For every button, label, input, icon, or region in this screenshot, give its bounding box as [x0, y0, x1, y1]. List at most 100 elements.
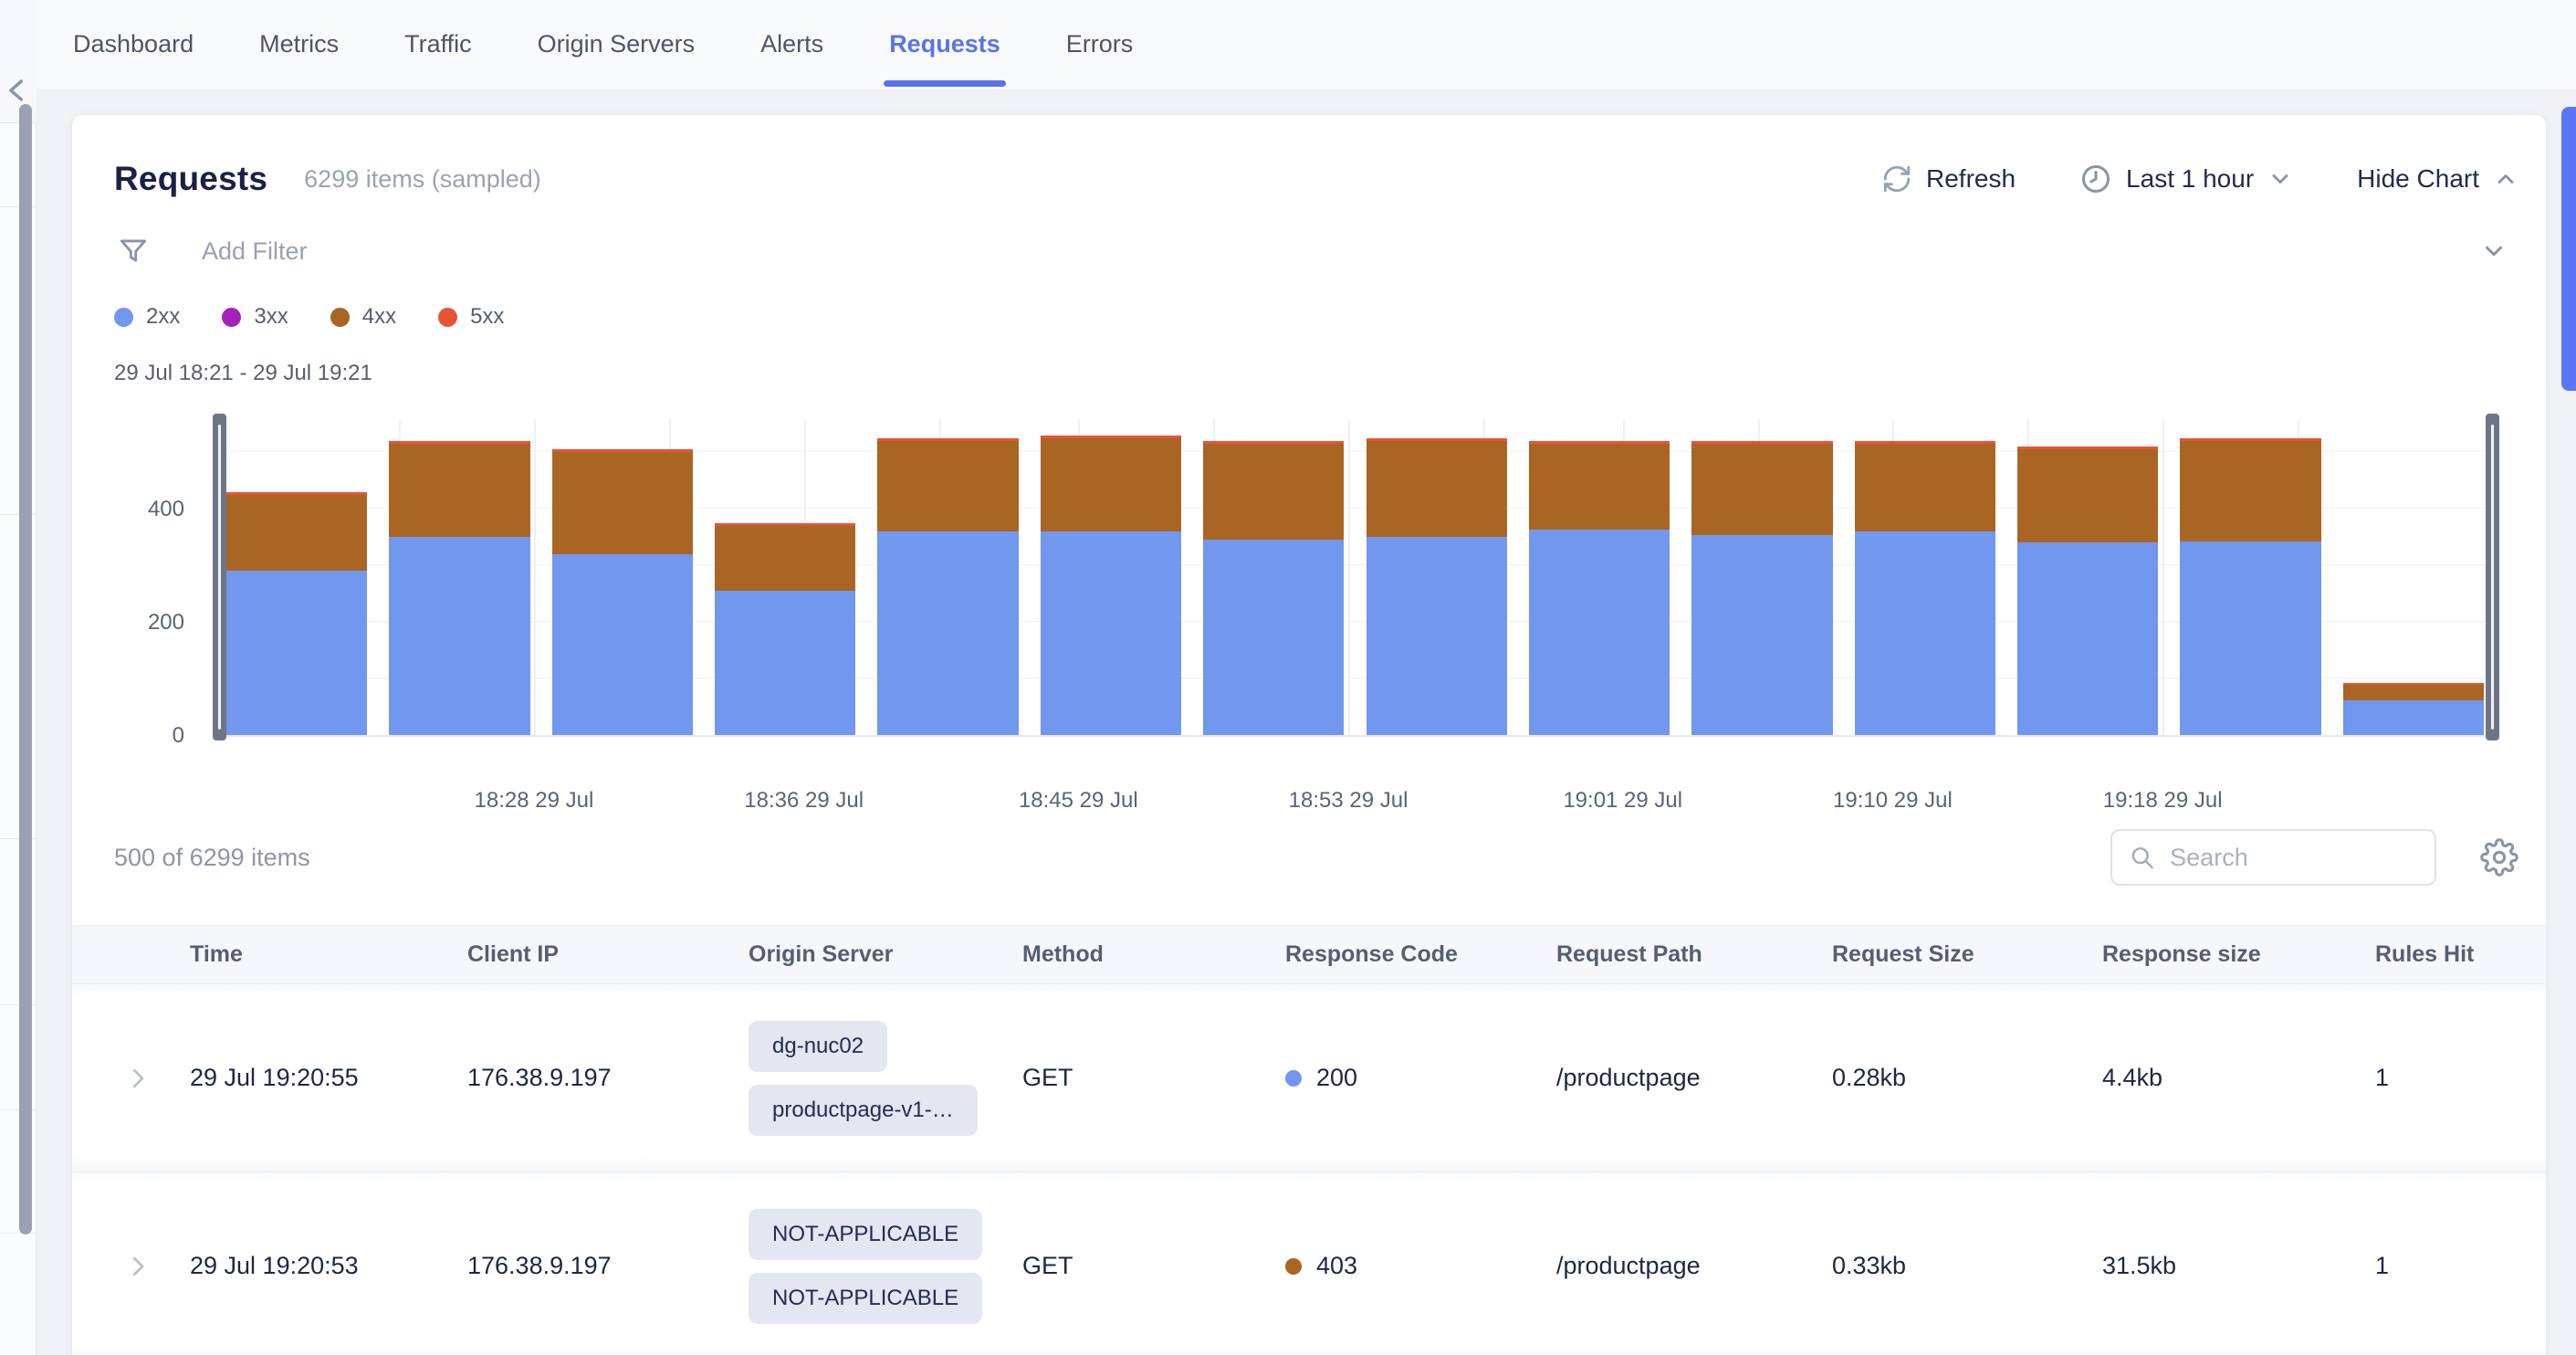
add-filter-bar[interactable]: Add Filter: [114, 227, 2518, 275]
clock-icon: [2079, 163, 2112, 195]
time-range-selector[interactable]: Last 1 hour: [2079, 163, 2293, 195]
stacked-bar-5[interactable]: [877, 438, 1018, 735]
table-row-2[interactable]: 29 Jul 19:20:53176.38.9.197NOT-APPLICABL…: [72, 1172, 2546, 1355]
column-header-rules-hit[interactable]: Rules Hit: [2375, 941, 2546, 968]
bar-segment-4xx: [2017, 449, 2158, 542]
bar-segment-4xx: [552, 452, 693, 553]
tab-alerts[interactable]: Alerts: [760, 0, 823, 89]
legend-dot-3xx: [222, 308, 241, 327]
chart-plot: [221, 419, 2489, 737]
y-tick-label: 0: [173, 723, 184, 749]
search-icon: [2129, 842, 2155, 873]
bar-segment-2xx: [226, 571, 367, 735]
stacked-bar-13[interactable]: [2180, 438, 2320, 735]
stacked-bar-3[interactable]: [552, 449, 693, 735]
row-expander[interactable]: [72, 1253, 190, 1280]
tab-label: Errors: [1066, 30, 1134, 58]
stacked-bar-7[interactable]: [1203, 441, 1344, 735]
stacked-bar-8[interactable]: [1367, 438, 1507, 735]
legend-label: 2xx: [146, 304, 180, 330]
column-header-request-size[interactable]: Request Size: [1832, 941, 2102, 968]
sidebar-collapse-area[interactable]: [0, 0, 37, 123]
bar-segment-2xx: [1203, 540, 1344, 735]
cell-rules-hit: 1: [2375, 1064, 2546, 1092]
chart-legend: 2xx 3xx 4xx 5xx: [114, 304, 2518, 330]
items-count: 6299 items (sampled): [304, 165, 541, 194]
column-header-response-code[interactable]: Response Code: [1285, 941, 1556, 968]
legend-label: 3xx: [254, 304, 288, 330]
x-tick-label: 18:53 29 Jul: [1289, 788, 1408, 814]
refresh-label: Refresh: [1926, 164, 2016, 194]
legend-item-4xx[interactable]: 4xx: [330, 304, 396, 330]
column-header-origin-server[interactable]: Origin Server: [749, 941, 1022, 968]
page-title: Requests: [114, 160, 267, 198]
row-expander[interactable]: [72, 1065, 190, 1092]
x-tick-label: 19:10 29 Jul: [1833, 788, 1953, 814]
cell-response-code: 200: [1285, 1064, 1556, 1092]
tab-requests[interactable]: Requests: [889, 0, 1000, 89]
tab-origin-servers[interactable]: Origin Servers: [538, 0, 696, 89]
top-nav-tabs: Dashboard Metrics Traffic Origin Servers Ale…: [37, 0, 2576, 89]
page-scrollbar[interactable]: [2561, 107, 2576, 391]
brush-handle-right[interactable]: [2486, 414, 2499, 741]
stacked-bar-9[interactable]: [1529, 441, 1670, 735]
stacked-bar-1[interactable]: [226, 492, 367, 735]
x-tick-label: 18:28 29 Jul: [475, 788, 594, 814]
cell-request-path: /productpage: [1556, 1064, 1832, 1092]
cell-method: GET: [1022, 1252, 1285, 1280]
bar-segment-2xx: [552, 554, 693, 735]
brush-handle-left[interactable]: [213, 414, 226, 741]
chevron-down-icon: [2267, 166, 2293, 192]
tab-metrics[interactable]: Metrics: [259, 0, 339, 89]
sidebar-divider: [0, 1233, 37, 1234]
stacked-bar-12[interactable]: [2017, 446, 2158, 735]
y-tick-label: 200: [148, 610, 184, 635]
hide-chart-button[interactable]: Hide Chart: [2357, 164, 2518, 194]
legend-item-5xx[interactable]: 5xx: [438, 304, 504, 330]
bar-segment-2xx: [2343, 700, 2484, 735]
requests-panel: Requests 6299 items (sampled) Refresh La…: [71, 114, 2547, 1355]
column-header-request-path[interactable]: Request Path: [1556, 941, 1832, 968]
sidebar-scrollbar[interactable]: [19, 104, 32, 1234]
bar-segment-4xx: [2180, 441, 2320, 541]
column-header-time[interactable]: Time: [190, 941, 467, 968]
y-tick-label: 400: [148, 497, 184, 522]
tab-traffic[interactable]: Traffic: [404, 0, 472, 89]
response-code-value: 403: [1316, 1252, 1357, 1280]
tab-errors[interactable]: Errors: [1066, 0, 1134, 89]
column-header-response-size[interactable]: Response size: [2102, 941, 2375, 968]
bar-segment-2xx: [1855, 531, 1995, 735]
requests-table: TimeClient IPOrigin ServerMethodResponse…: [72, 925, 2546, 1355]
refresh-button[interactable]: Refresh: [1881, 163, 2016, 194]
legend-label: 4xx: [362, 304, 396, 330]
stacked-bar-6[interactable]: [1041, 436, 1181, 735]
stacked-bar-14[interactable]: [2343, 683, 2484, 735]
table-toolbar: 500 of 6299 items: [114, 828, 2518, 887]
legend-item-2xx[interactable]: 2xx: [114, 304, 180, 330]
search-input[interactable]: [2170, 844, 2418, 872]
stacked-bar-4[interactable]: [715, 523, 855, 735]
bar-segment-2xx: [1367, 537, 1507, 735]
bar-segment-4xx: [1367, 441, 1507, 537]
table-settings-button[interactable]: [2480, 838, 2518, 877]
chevron-right-icon: [124, 1253, 152, 1280]
cell-method: GET: [1022, 1064, 1285, 1092]
column-header-method[interactable]: Method: [1022, 941, 1285, 968]
column-header-client-ip[interactable]: Client IP: [467, 941, 749, 968]
bar-segment-2xx: [877, 531, 1018, 735]
origin-server-tag: dg-nuc02: [749, 1021, 887, 1072]
chevron-up-icon: [2493, 166, 2518, 192]
cell-rules-hit: 1: [2375, 1252, 2546, 1280]
stacked-bar-2[interactable]: [389, 441, 529, 735]
chevron-down-icon[interactable]: [2480, 237, 2508, 265]
stacked-bar-10[interactable]: [1691, 441, 1832, 735]
stacked-bar-11[interactable]: [1855, 441, 1995, 735]
tab-label: Dashboard: [73, 30, 194, 58]
panel-header: Requests 6299 items (sampled) Refresh La…: [114, 147, 2518, 211]
chart-bars: [221, 419, 2489, 735]
table-row-1[interactable]: 29 Jul 19:20:55176.38.9.197dg-nuc02produ…: [72, 984, 2546, 1172]
tab-label: Origin Servers: [538, 30, 696, 58]
bar-segment-2xx: [1041, 531, 1181, 735]
legend-item-3xx[interactable]: 3xx: [222, 304, 288, 330]
tab-dashboard[interactable]: Dashboard: [73, 0, 194, 89]
